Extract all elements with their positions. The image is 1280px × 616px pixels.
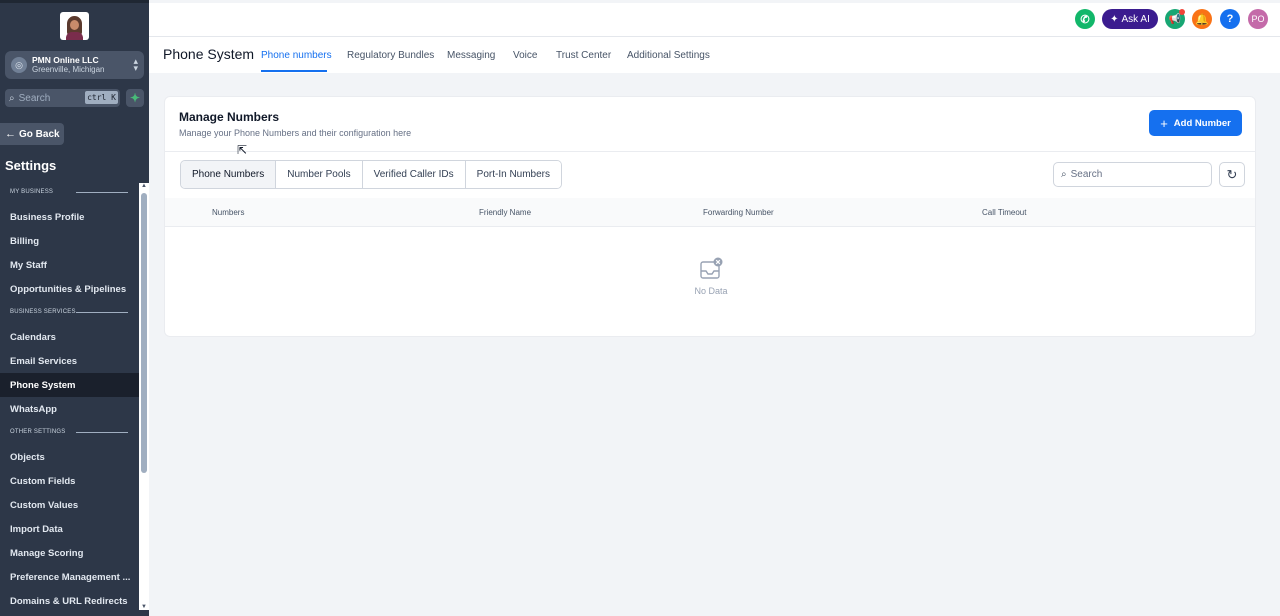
tab-trust-center[interactable]: Trust Center bbox=[556, 50, 611, 61]
empty-state-text: No Data bbox=[694, 286, 728, 296]
arrow-left-icon: ← bbox=[5, 128, 16, 140]
tab-regulatory-bundles[interactable]: Regulatory Bundles bbox=[347, 50, 434, 61]
sidebar-item-billing[interactable]: Billing bbox=[0, 229, 139, 253]
manage-numbers-card: Manage Numbers Manage your Phone Numbers… bbox=[164, 96, 1256, 337]
tab-messaging[interactable]: Messaging bbox=[447, 50, 495, 61]
number-type-segments: Phone Numbers Number Pools Verified Call… bbox=[180, 160, 563, 189]
add-number-label: Add Number bbox=[1173, 117, 1231, 129]
help-icon[interactable]: ? bbox=[1220, 9, 1240, 29]
column-numbers: Numbers bbox=[212, 208, 245, 217]
account-text: PMN Online LLC Greenville, Michigan bbox=[32, 55, 104, 75]
sidebar: ◎ PMN Online LLC Greenville, Michigan ▴ ▾… bbox=[0, 0, 149, 616]
ask-ai-label: Ask AI bbox=[1121, 13, 1150, 25]
card-divider bbox=[165, 151, 1255, 152]
segment-number-pools[interactable]: Number Pools bbox=[276, 161, 363, 188]
search-shortcut-badge: ctrl K bbox=[85, 91, 118, 104]
go-back-label: Go Back bbox=[19, 128, 60, 140]
ask-ai-button[interactable]: ✦ Ask AI bbox=[1102, 9, 1158, 29]
card-title: Manage Numbers bbox=[179, 110, 280, 124]
section-header: BUSINESS SERVICES bbox=[0, 301, 139, 325]
company-logo[interactable] bbox=[60, 12, 89, 40]
account-name: PMN Online LLC bbox=[32, 55, 99, 65]
phone-icon[interactable]: ✆ bbox=[1075, 9, 1095, 29]
logo-face bbox=[70, 20, 79, 30]
active-tab-indicator bbox=[261, 70, 327, 72]
sidebar-search-label: Search bbox=[18, 92, 51, 104]
search-input[interactable] bbox=[1070, 169, 1201, 180]
sidebar-top-line bbox=[0, 0, 149, 3]
megaphone-icon[interactable]: 📢 bbox=[1165, 9, 1185, 29]
sidebar-item-opportunities[interactable]: Opportunities & Pipelines bbox=[0, 277, 139, 301]
sidebar-item-whatsapp[interactable]: WhatsApp bbox=[0, 397, 139, 421]
plus-icon: + bbox=[1160, 115, 1168, 131]
mouse-cursor-icon: ⇱ bbox=[237, 143, 248, 157]
scroll-up-icon[interactable]: ▲ bbox=[141, 183, 147, 189]
section-title: MY BUSINESS bbox=[10, 189, 54, 195]
top-header: ✆ ✦ Ask AI 📢 🔔 ? PO bbox=[149, 3, 1280, 37]
card-subtitle: Manage your Phone Numbers and their conf… bbox=[179, 128, 412, 138]
sidebar-scrollbar[interactable]: ▲ ▼ bbox=[139, 183, 149, 610]
segment-verified-caller-ids[interactable]: Verified Caller IDs bbox=[362, 161, 466, 188]
section-header: OTHER SETTINGS bbox=[0, 421, 139, 445]
go-back-button[interactable]: ← Go Back bbox=[0, 123, 64, 145]
sidebar-item-preference-management[interactable]: Preference Management ... bbox=[0, 565, 139, 589]
sidebar-item-domains[interactable]: Domains & URL Redirects bbox=[0, 589, 139, 613]
user-avatar[interactable]: PO bbox=[1248, 9, 1268, 29]
refresh-icon[interactable]: ↻ bbox=[1219, 162, 1245, 187]
tab-additional-settings[interactable]: Additional Settings bbox=[627, 50, 710, 61]
page-title: Phone System bbox=[163, 46, 255, 62]
sidebar-item-business-profile[interactable]: Business Profile bbox=[0, 205, 139, 229]
sidebar-item-my-staff[interactable]: My Staff bbox=[0, 253, 139, 277]
tab-phone-numbers[interactable]: Phone numbers bbox=[261, 50, 332, 61]
segment-port-in-numbers[interactable]: Port-In Numbers bbox=[465, 161, 562, 188]
sidebar-search[interactable]: ⌕ Search ctrl K bbox=[5, 89, 120, 107]
section-divider bbox=[76, 312, 128, 313]
tab-voice[interactable]: Voice bbox=[513, 50, 537, 61]
numbers-search[interactable]: ⌕ bbox=[1053, 162, 1212, 187]
search-icon: ⌕ bbox=[9, 92, 15, 104]
column-forwarding-number: Forwarding Number bbox=[703, 208, 774, 217]
quick-action-icon[interactable]: ✦ bbox=[126, 89, 144, 107]
column-friendly-name: Friendly Name bbox=[479, 208, 532, 217]
sidebar-item-import-data[interactable]: Import Data bbox=[0, 517, 139, 541]
settings-title: Settings bbox=[5, 158, 57, 173]
sidebar-item-calendars[interactable]: Calendars bbox=[0, 325, 139, 349]
section-divider bbox=[76, 432, 128, 433]
table-header: Numbers Friendly Name Forwarding Number … bbox=[165, 198, 1255, 227]
sparkle-icon: ✦ bbox=[1110, 13, 1119, 25]
sidebar-item-objects[interactable]: Objects bbox=[0, 445, 139, 469]
scrollbar-thumb[interactable] bbox=[141, 193, 147, 473]
location-icon: ◎ bbox=[11, 57, 27, 73]
sidebar-item-custom-fields[interactable]: Custom Fields bbox=[0, 469, 139, 493]
sidebar-item-email-services[interactable]: Email Services bbox=[0, 349, 139, 373]
search-icon: ⌕ bbox=[1061, 169, 1067, 180]
section-divider bbox=[76, 192, 128, 193]
notification-dot bbox=[1179, 9, 1185, 15]
settings-nav: MY BUSINESS Business Profile Billing My … bbox=[0, 181, 139, 613]
segment-phone-numbers[interactable]: Phone Numbers bbox=[181, 161, 277, 188]
phone-system-subnav: Phone System Phone numbers Regulatory Bu… bbox=[149, 37, 1280, 73]
bell-icon[interactable]: 🔔 bbox=[1192, 9, 1212, 29]
add-number-button[interactable]: + Add Number bbox=[1149, 110, 1242, 136]
empty-inbox-icon bbox=[699, 257, 723, 281]
section-header: MY BUSINESS bbox=[0, 181, 139, 205]
scroll-down-icon[interactable]: ▼ bbox=[141, 604, 147, 610]
account-location: Greenville, Michigan bbox=[32, 65, 105, 74]
chevron-updown-icon: ▴ ▾ bbox=[133, 56, 138, 73]
account-switcher[interactable]: ◎ PMN Online LLC Greenville, Michigan ▴ ▾ bbox=[5, 51, 144, 79]
empty-state: No Data bbox=[691, 257, 731, 296]
sidebar-item-phone-system[interactable]: Phone System bbox=[0, 373, 139, 397]
logo-shirt bbox=[66, 32, 83, 40]
section-title: BUSINESS SERVICES bbox=[10, 309, 76, 315]
sidebar-item-manage-scoring[interactable]: Manage Scoring bbox=[0, 541, 139, 565]
column-call-timeout: Call Timeout bbox=[982, 208, 1027, 217]
sidebar-item-custom-values[interactable]: Custom Values bbox=[0, 493, 139, 517]
section-title: OTHER SETTINGS bbox=[10, 429, 66, 435]
